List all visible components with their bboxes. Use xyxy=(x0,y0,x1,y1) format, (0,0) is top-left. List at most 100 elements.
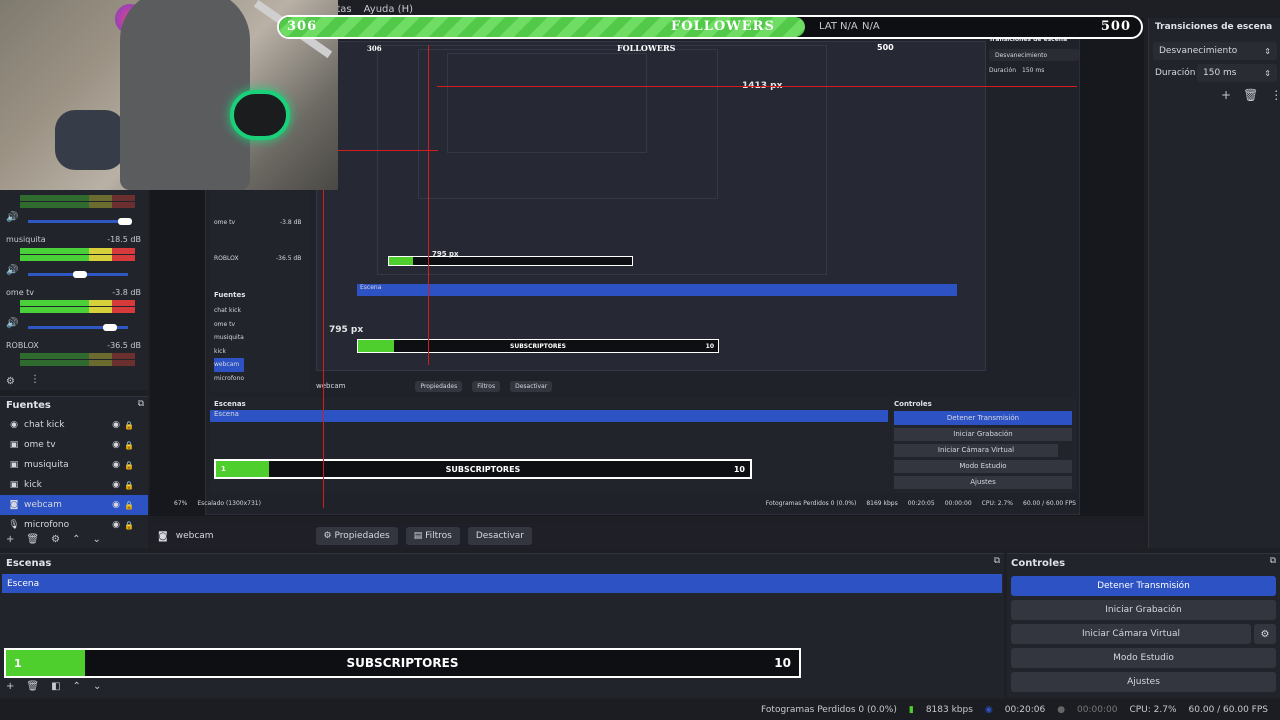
nested-status-kbps: 8169 kbps xyxy=(866,499,898,507)
source-item[interactable]: ◉ chat kick ◉ 🔒 xyxy=(0,415,148,435)
modo-estudio-button[interactable]: Modo Estudio xyxy=(1011,648,1276,668)
filtros-button[interactable]: ▤ Filtros xyxy=(405,527,460,545)
duracion-label: Duración xyxy=(1155,68,1196,78)
duracion-spinbox[interactable]: 150 ms ⇕ xyxy=(1197,64,1277,82)
eye-icon[interactable]: ◉ xyxy=(112,520,120,530)
eye-icon[interactable]: ◉ xyxy=(112,500,120,510)
nested-mixer: ome tv -3.8 dB ROBLOX -36.5 dB Fuentes c… xyxy=(210,191,310,391)
lock-icon[interactable]: 🔒 xyxy=(124,421,134,430)
globe-icon: ◉ xyxy=(10,420,18,430)
filter-icon[interactable]: ◧ xyxy=(51,681,60,692)
eye-icon[interactable]: ◉ xyxy=(112,480,120,490)
frames-dropped: Fotogramas Perdidos 0 (0.0%) xyxy=(761,705,897,715)
window-icon: ▣ xyxy=(9,460,19,470)
lock-icon[interactable]: 🔒 xyxy=(124,441,134,450)
escenas-toolbar: + 🗑 ◧ ⌃ ⌄ xyxy=(6,681,101,692)
fuentes-toolbar: + 🗑 ⚙ ⌃ ⌄ xyxy=(6,534,101,545)
source-item[interactable]: ▣ musiquita ◉ 🔒 xyxy=(0,455,148,475)
scene-item-selected[interactable]: Escena xyxy=(2,574,1002,593)
nested-px-label: 795 px xyxy=(329,325,364,335)
nested-px-label: 795 px xyxy=(432,250,459,258)
volume-icon[interactable]: 🔊 xyxy=(6,318,18,329)
stream-time: 00:20:06 xyxy=(1004,705,1046,715)
guide-line-horizontal xyxy=(338,150,438,151)
dock-float-icon[interactable]: ⧉ xyxy=(994,556,1000,566)
track-db: -36.5 dB xyxy=(107,341,141,350)
menu-icon[interactable]: ⋮ xyxy=(1270,88,1280,102)
gear-icon[interactable]: ⚙ xyxy=(51,534,60,545)
nested-source-item: chat kick xyxy=(214,307,241,314)
lock-icon[interactable]: 🔒 xyxy=(124,501,134,510)
nested-escalado: Escalado (1300x731) xyxy=(197,499,261,507)
dock-float-icon[interactable]: ⧉ xyxy=(1270,556,1276,566)
iniciar-grabacion-button[interactable]: Iniciar Grabación xyxy=(1011,600,1276,620)
nested-source-item: webcam xyxy=(214,358,245,372)
eye-icon[interactable]: ◉ xyxy=(112,460,120,470)
volume-icon[interactable]: 🔊 xyxy=(6,265,18,276)
nested-source-item: musiquita xyxy=(214,334,244,341)
escenas-title: Escenas xyxy=(6,558,52,569)
mic-icon: 🎙 xyxy=(8,520,20,530)
volume-slider[interactable] xyxy=(28,324,128,331)
spin-icon: ⇕ xyxy=(1264,68,1271,78)
volume-slider[interactable] xyxy=(28,218,132,225)
nested-subs-bar-2: SUBSCRIPTORES 10 xyxy=(357,339,719,353)
detener-transmision-button[interactable]: Detener Transmisión xyxy=(1011,576,1276,596)
add-icon[interactable]: + xyxy=(6,681,14,692)
arrow-up-icon[interactable]: ⌃ xyxy=(72,534,80,545)
rec-icon: ● xyxy=(1057,705,1066,715)
arrow-down-icon[interactable]: ⌄ xyxy=(93,681,101,692)
source-label: chat kick xyxy=(24,420,65,430)
source-item-selected[interactable]: ◙ webcam ◉ 🔒 xyxy=(0,495,148,515)
source-item[interactable]: ▣ kick ◉ 🔒 xyxy=(0,475,148,495)
mixer-menu-icon[interactable]: ⋮ xyxy=(30,374,40,385)
source-item[interactable]: ▣ ome tv ◉ 🔒 xyxy=(0,435,148,455)
nested-escenas-title: Escenas xyxy=(214,400,246,408)
arrow-up-icon[interactable]: ⌃ xyxy=(73,681,81,692)
arrow-down-icon[interactable]: ⌄ xyxy=(92,534,100,545)
ajustes-button[interactable]: Ajustes xyxy=(1011,672,1276,692)
trash-icon[interactable]: 🗑 xyxy=(1243,88,1258,102)
microphone-image xyxy=(230,90,290,140)
add-icon[interactable]: + xyxy=(6,534,14,545)
propiedades-button[interactable]: ⚙ Propiedades xyxy=(315,527,398,545)
mixer-settings-icon[interactable]: ⚙ xyxy=(6,376,15,387)
audio-meter xyxy=(20,255,135,261)
nested-propbar-source: webcam xyxy=(316,382,346,390)
nested-preview-2: 306 FOLLOWERS 500 1413 px 795 px Escena … xyxy=(316,41,986,371)
volume-slider[interactable] xyxy=(28,271,128,278)
menu-item-ayuda[interactable]: Ayuda (H) xyxy=(364,4,413,15)
source-label: microfono xyxy=(24,520,70,530)
nested-source-item: microfono xyxy=(214,374,245,382)
nested-subs-goal: 10 xyxy=(705,342,714,350)
transition-type-select[interactable]: Desvanecimiento ⇕ xyxy=(1153,42,1277,60)
dock-float-icon[interactable]: ⧉ xyxy=(138,399,144,409)
propiedades-label: Propiedades xyxy=(334,531,390,541)
nested-controles-dock: Controles Detener Transmisión Iniciar Gr… xyxy=(892,398,1076,493)
eye-icon[interactable]: ◉ xyxy=(112,420,120,430)
subscriptores-goal-bar: 1 SUBSCRIPTORES 10 xyxy=(4,648,801,678)
iniciar-camara-virtual-button[interactable]: Iniciar Cámara Virtual xyxy=(1011,624,1251,644)
desactivar-button[interactable]: Desactivar xyxy=(467,527,533,545)
volume-icon[interactable]: 🔊 xyxy=(6,212,18,223)
nested-track-name: ome tv xyxy=(214,219,236,226)
trash-icon[interactable]: 🗑 xyxy=(26,681,39,692)
add-icon[interactable]: + xyxy=(1221,88,1231,102)
nested-escenas-row: Escena xyxy=(357,284,957,296)
virtual-camera-settings-icon[interactable]: ⚙ xyxy=(1254,624,1276,644)
lock-icon[interactable]: 🔒 xyxy=(124,481,134,490)
audio-meter xyxy=(20,248,135,254)
nested-transiciones: Transiciones de escena Desvanecimiento D… xyxy=(989,36,1079,106)
nested-grabacion-button: Iniciar Grabación xyxy=(894,428,1072,441)
bitrate: 8183 kbps xyxy=(925,705,973,715)
followers-label: FOLLOWERS xyxy=(671,19,775,34)
nested-track-name: ROBLOX xyxy=(214,255,239,262)
trash-icon[interactable]: 🗑 xyxy=(26,534,39,545)
source-item[interactable]: 🎙 microfono ◉ 🔒 xyxy=(0,515,148,535)
lock-icon[interactable]: 🔒 xyxy=(124,521,134,530)
eye-icon[interactable]: ◉ xyxy=(112,440,120,450)
lock-icon[interactable]: 🔒 xyxy=(124,461,134,470)
nested-preview-4 xyxy=(418,49,718,199)
nested-zoom: 67% xyxy=(174,499,188,507)
nested-estudio-button: Modo Estudio xyxy=(894,460,1072,473)
